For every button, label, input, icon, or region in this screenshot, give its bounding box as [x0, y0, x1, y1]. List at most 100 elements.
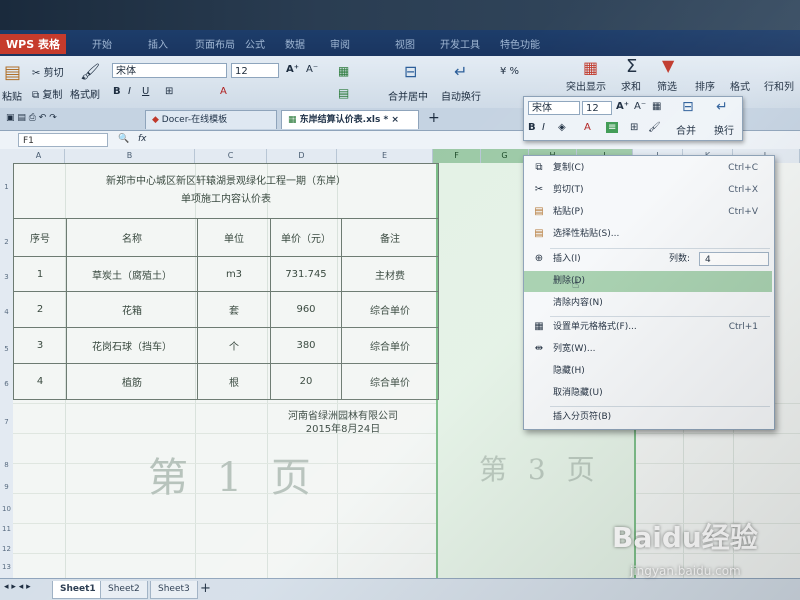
float-font-name[interactable]: 宋体 — [528, 101, 580, 115]
row-header[interactable]: 12 — [0, 545, 13, 553]
row-header[interactable]: 6 — [0, 380, 13, 388]
new-tab-button[interactable]: + — [428, 110, 440, 126]
column-header[interactable]: A — [13, 149, 65, 163]
font-color-icon[interactable]: A — [220, 86, 227, 97]
float-border-icon[interactable]: ⊞ — [630, 122, 638, 133]
menu-tab-data[interactable]: 数据 — [285, 36, 305, 51]
float-shrink-font-icon[interactable]: A⁻ — [634, 101, 646, 112]
menu-tab-view[interactable]: 视图 — [395, 36, 415, 51]
cell[interactable]: 380 — [270, 327, 342, 364]
menu-tab-formula[interactable]: 公式 — [245, 36, 265, 51]
menu-item-copy[interactable]: ⧉ 复制(C) Ctrl+C — [524, 158, 772, 179]
float-align-icon[interactable]: ≡ — [606, 122, 619, 133]
float-brush-icon[interactable]: 🖌 — [648, 122, 661, 133]
cell[interactable]: 20 — [270, 363, 342, 400]
cell[interactable]: 960 — [270, 291, 342, 328]
name-box[interactable]: F1 — [18, 133, 108, 147]
header-cell[interactable]: 备注 — [341, 218, 439, 257]
row-header[interactable]: 5 — [0, 345, 13, 353]
sheet-tab-1[interactable]: Sheet1 — [52, 581, 104, 599]
column-header[interactable]: C — [195, 149, 267, 163]
cell[interactable]: 1 — [13, 256, 67, 292]
menu-tab-review[interactable]: 审阅 — [330, 36, 350, 51]
cell[interactable]: 草炭土（腐殖土） — [66, 256, 198, 292]
float-wrap-button[interactable]: 换行 — [714, 122, 734, 137]
align-top-icon[interactable]: ▦ — [338, 64, 349, 78]
row-header[interactable]: 9 — [0, 483, 13, 491]
tab-file[interactable]: ▦ 东岸结算认价表.xls * × — [281, 110, 419, 129]
row-header[interactable]: 2 — [0, 238, 13, 246]
copy-button[interactable]: ⧉ 复制 — [32, 86, 62, 101]
menu-item-format-cells[interactable]: ▦ 设置单元格格式(F)... Ctrl+1 — [524, 317, 772, 338]
cell[interactable]: 综合单价 — [341, 327, 439, 364]
filter-button[interactable]: 筛选 — [657, 78, 677, 93]
header-cell[interactable]: 单位 — [197, 218, 271, 257]
menu-item-page-break[interactable]: 插入分页符(B) — [524, 407, 772, 428]
border-icon[interactable]: ⊞ — [165, 86, 173, 97]
bold-button[interactable]: B — [113, 86, 121, 97]
sheet-nav-arrows[interactable]: ◂ ▸ ◂ ▸ — [4, 582, 31, 592]
cell[interactable]: 根 — [197, 363, 271, 400]
paste-button[interactable]: 粘贴 — [2, 88, 22, 103]
cell[interactable]: 731.745 — [270, 256, 342, 292]
insert-count-stepper[interactable]: 4 — [699, 252, 769, 266]
column-header[interactable]: E — [337, 149, 433, 163]
menu-tab-insert[interactable]: 插入 — [148, 36, 168, 51]
zoom-icon[interactable]: 🔍 — [118, 134, 129, 144]
app-menu-button[interactable]: WPS 表格 — [0, 34, 66, 54]
menu-tab-developer[interactable]: 开发工具 — [440, 36, 480, 51]
float-font-size[interactable]: 12 — [582, 101, 612, 115]
cell[interactable]: 主材费 — [341, 256, 439, 292]
menu-tab-page-layout[interactable]: 页面布局 — [195, 36, 235, 51]
menu-item-unhide[interactable]: 取消隐藏(U) — [524, 383, 772, 404]
row-header[interactable]: 7 — [0, 418, 13, 426]
underline-button[interactable]: U — [142, 86, 149, 97]
cell[interactable]: 花箱 — [66, 291, 198, 328]
add-sheet-button[interactable]: + — [200, 581, 211, 596]
grow-font-icon[interactable]: A⁺ — [286, 64, 299, 75]
menu-item-hide[interactable]: 隐藏(H) — [524, 361, 772, 382]
sheet-tab-2[interactable]: Sheet2 — [100, 581, 148, 599]
column-header[interactable]: F — [433, 149, 481, 163]
cell[interactable]: 植筋 — [66, 363, 198, 400]
float-fill-color-icon[interactable]: ◈ — [558, 122, 566, 133]
menu-item-cut[interactable]: ✂ 剪切(T) Ctrl+X — [524, 180, 772, 201]
row-header[interactable]: 1 — [0, 183, 13, 191]
format-painter-button[interactable]: 格式刷 — [70, 86, 100, 101]
row-header[interactable]: 3 — [0, 273, 13, 281]
menu-item-clear[interactable]: 清除内容(N) — [524, 293, 772, 314]
quick-access-toolbar[interactable]: ▣ ▤ ⎙ ↶ ↷ — [6, 113, 57, 123]
cell[interactable]: 花岗石球（挡车） — [66, 327, 198, 364]
cell[interactable]: 个 — [197, 327, 271, 364]
float-merge-button[interactable]: 合并 — [676, 122, 696, 137]
column-header[interactable]: B — [65, 149, 195, 163]
sheet-tab-3[interactable]: Sheet3 — [150, 581, 198, 599]
font-name-select[interactable]: 宋体 — [112, 63, 227, 78]
shrink-font-icon[interactable]: A⁻ — [306, 64, 318, 75]
merge-center-button[interactable]: 合并居中 — [388, 88, 428, 103]
row-header[interactable]: 13 — [0, 563, 13, 571]
menu-item-delete[interactable]: 删除(D) ☝ — [524, 271, 772, 292]
cell[interactable]: 套 — [197, 291, 271, 328]
row-header[interactable]: 11 — [0, 525, 13, 533]
column-header[interactable]: D — [267, 149, 337, 163]
font-size-select[interactable]: 12 — [231, 63, 279, 78]
cell[interactable]: 综合单价 — [341, 363, 439, 400]
sum-button[interactable]: 求和 — [621, 78, 641, 93]
float-fill-icon[interactable]: ▦ — [652, 101, 661, 112]
menu-tab-home[interactable]: 开始 — [92, 36, 112, 51]
menu-item-paste[interactable]: ▤ 粘贴(P) Ctrl+V — [524, 202, 772, 223]
highlight-button[interactable]: 突出显示 — [566, 78, 606, 93]
float-italic-button[interactable]: I — [542, 122, 545, 133]
row-header[interactable]: 8 — [0, 461, 13, 469]
fx-icon[interactable]: fx — [138, 134, 147, 144]
float-font-color-icon[interactable]: A — [584, 122, 591, 133]
cell[interactable]: 2 — [13, 291, 67, 328]
menu-tab-special[interactable]: 特色功能 — [500, 36, 540, 51]
menu-item-col-width[interactable]: ⇹ 列宽(W)... — [524, 339, 772, 360]
menu-item-insert[interactable]: ⊕ 插入(I) 列数: 4 — [524, 249, 772, 270]
cell[interactable]: 3 — [13, 327, 67, 364]
tab-docer[interactable]: ◆ Docer-在线模板 — [145, 110, 277, 129]
align-left-icon[interactable]: ▤ — [338, 86, 349, 100]
cell[interactable]: 4 — [13, 363, 67, 400]
